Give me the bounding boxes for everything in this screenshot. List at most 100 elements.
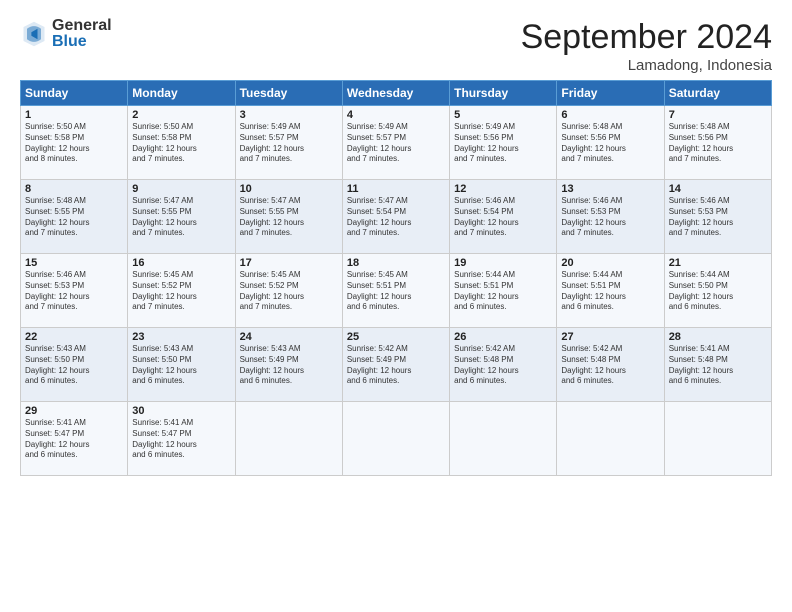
logo-text: General Blue: [52, 18, 112, 50]
day-number: 8: [25, 183, 123, 195]
cell-info: Sunrise: 5:50 AM Sunset: 5:58 PM Dayligh…: [132, 122, 230, 165]
cell-info: Sunrise: 5:41 AM Sunset: 5:48 PM Dayligh…: [669, 344, 767, 387]
cell-info: Sunrise: 5:45 AM Sunset: 5:52 PM Dayligh…: [132, 270, 230, 313]
cell-1-6: 14Sunrise: 5:46 AM Sunset: 5:53 PM Dayli…: [664, 180, 771, 254]
cell-2-4: 19Sunrise: 5:44 AM Sunset: 5:51 PM Dayli…: [450, 254, 557, 328]
cell-info: Sunrise: 5:44 AM Sunset: 5:51 PM Dayligh…: [454, 270, 552, 313]
week-row-4: 29Sunrise: 5:41 AM Sunset: 5:47 PM Dayli…: [21, 402, 772, 476]
cell-1-4: 12Sunrise: 5:46 AM Sunset: 5:54 PM Dayli…: [450, 180, 557, 254]
day-number: 10: [240, 183, 338, 195]
cell-2-2: 17Sunrise: 5:45 AM Sunset: 5:52 PM Dayli…: [235, 254, 342, 328]
day-number: 20: [561, 257, 659, 269]
cell-1-0: 8Sunrise: 5:48 AM Sunset: 5:55 PM Daylig…: [21, 180, 128, 254]
cell-info: Sunrise: 5:46 AM Sunset: 5:53 PM Dayligh…: [25, 270, 123, 313]
cell-1-5: 13Sunrise: 5:46 AM Sunset: 5:53 PM Dayli…: [557, 180, 664, 254]
day-number: 19: [454, 257, 552, 269]
cell-3-6: 28Sunrise: 5:41 AM Sunset: 5:48 PM Dayli…: [664, 328, 771, 402]
header-tuesday: Tuesday: [235, 81, 342, 106]
day-number: 25: [347, 331, 445, 343]
cell-info: Sunrise: 5:42 AM Sunset: 5:48 PM Dayligh…: [454, 344, 552, 387]
day-number: 11: [347, 183, 445, 195]
header-monday: Monday: [128, 81, 235, 106]
header-saturday: Saturday: [664, 81, 771, 106]
cell-info: Sunrise: 5:41 AM Sunset: 5:47 PM Dayligh…: [25, 418, 123, 461]
cell-0-0: 1Sunrise: 5:50 AM Sunset: 5:58 PM Daylig…: [21, 106, 128, 180]
cell-4-0: 29Sunrise: 5:41 AM Sunset: 5:47 PM Dayli…: [21, 402, 128, 476]
header: General Blue September 2024 Lamadong, In…: [20, 18, 772, 74]
cell-info: Sunrise: 5:47 AM Sunset: 5:55 PM Dayligh…: [240, 196, 338, 239]
week-row-1: 8Sunrise: 5:48 AM Sunset: 5:55 PM Daylig…: [21, 180, 772, 254]
header-friday: Friday: [557, 81, 664, 106]
cell-1-3: 11Sunrise: 5:47 AM Sunset: 5:54 PM Dayli…: [342, 180, 449, 254]
day-number: 1: [25, 109, 123, 121]
cell-3-3: 25Sunrise: 5:42 AM Sunset: 5:49 PM Dayli…: [342, 328, 449, 402]
day-number: 7: [669, 109, 767, 121]
cell-1-2: 10Sunrise: 5:47 AM Sunset: 5:55 PM Dayli…: [235, 180, 342, 254]
day-number: 15: [25, 257, 123, 269]
day-number: 28: [669, 331, 767, 343]
day-number: 4: [347, 109, 445, 121]
cell-3-5: 27Sunrise: 5:42 AM Sunset: 5:48 PM Dayli…: [557, 328, 664, 402]
title-block: September 2024 Lamadong, Indonesia: [521, 18, 772, 74]
cell-4-1: 30Sunrise: 5:41 AM Sunset: 5:47 PM Dayli…: [128, 402, 235, 476]
day-number: 12: [454, 183, 552, 195]
cell-0-5: 6Sunrise: 5:48 AM Sunset: 5:56 PM Daylig…: [557, 106, 664, 180]
cell-info: Sunrise: 5:48 AM Sunset: 5:56 PM Dayligh…: [561, 122, 659, 165]
day-number: 9: [132, 183, 230, 195]
week-row-3: 22Sunrise: 5:43 AM Sunset: 5:50 PM Dayli…: [21, 328, 772, 402]
cell-info: Sunrise: 5:43 AM Sunset: 5:50 PM Dayligh…: [25, 344, 123, 387]
cell-3-4: 26Sunrise: 5:42 AM Sunset: 5:48 PM Dayli…: [450, 328, 557, 402]
day-number: 17: [240, 257, 338, 269]
cell-2-6: 21Sunrise: 5:44 AM Sunset: 5:50 PM Dayli…: [664, 254, 771, 328]
month-title: September 2024: [521, 18, 772, 57]
header-sunday: Sunday: [21, 81, 128, 106]
day-number: 26: [454, 331, 552, 343]
logo: General Blue: [20, 18, 112, 50]
day-number: 18: [347, 257, 445, 269]
cell-4-6: [664, 402, 771, 476]
cell-info: Sunrise: 5:44 AM Sunset: 5:50 PM Dayligh…: [669, 270, 767, 313]
cell-2-1: 16Sunrise: 5:45 AM Sunset: 5:52 PM Dayli…: [128, 254, 235, 328]
cell-0-6: 7Sunrise: 5:48 AM Sunset: 5:56 PM Daylig…: [664, 106, 771, 180]
cell-2-0: 15Sunrise: 5:46 AM Sunset: 5:53 PM Dayli…: [21, 254, 128, 328]
week-row-0: 1Sunrise: 5:50 AM Sunset: 5:58 PM Daylig…: [21, 106, 772, 180]
cell-info: Sunrise: 5:46 AM Sunset: 5:53 PM Dayligh…: [669, 196, 767, 239]
header-row: Sunday Monday Tuesday Wednesday Thursday…: [21, 81, 772, 106]
cell-info: Sunrise: 5:46 AM Sunset: 5:53 PM Dayligh…: [561, 196, 659, 239]
page: General Blue September 2024 Lamadong, In…: [0, 0, 792, 612]
day-number: 5: [454, 109, 552, 121]
day-number: 6: [561, 109, 659, 121]
header-wednesday: Wednesday: [342, 81, 449, 106]
header-thursday: Thursday: [450, 81, 557, 106]
cell-info: Sunrise: 5:50 AM Sunset: 5:58 PM Dayligh…: [25, 122, 123, 165]
cell-4-5: [557, 402, 664, 476]
cell-0-3: 4Sunrise: 5:49 AM Sunset: 5:57 PM Daylig…: [342, 106, 449, 180]
cell-4-4: [450, 402, 557, 476]
logo-general-text: General: [52, 18, 112, 34]
day-number: 30: [132, 405, 230, 417]
cell-0-1: 2Sunrise: 5:50 AM Sunset: 5:58 PM Daylig…: [128, 106, 235, 180]
cell-3-0: 22Sunrise: 5:43 AM Sunset: 5:50 PM Dayli…: [21, 328, 128, 402]
cell-info: Sunrise: 5:49 AM Sunset: 5:56 PM Dayligh…: [454, 122, 552, 165]
week-row-2: 15Sunrise: 5:46 AM Sunset: 5:53 PM Dayli…: [21, 254, 772, 328]
day-number: 3: [240, 109, 338, 121]
cell-2-3: 18Sunrise: 5:45 AM Sunset: 5:51 PM Dayli…: [342, 254, 449, 328]
day-number: 23: [132, 331, 230, 343]
cell-0-4: 5Sunrise: 5:49 AM Sunset: 5:56 PM Daylig…: [450, 106, 557, 180]
day-number: 24: [240, 331, 338, 343]
cell-3-2: 24Sunrise: 5:43 AM Sunset: 5:49 PM Dayli…: [235, 328, 342, 402]
calendar-table: Sunday Monday Tuesday Wednesday Thursday…: [20, 80, 772, 476]
day-number: 29: [25, 405, 123, 417]
day-number: 2: [132, 109, 230, 121]
cell-info: Sunrise: 5:43 AM Sunset: 5:49 PM Dayligh…: [240, 344, 338, 387]
cell-info: Sunrise: 5:48 AM Sunset: 5:56 PM Dayligh…: [669, 122, 767, 165]
cell-1-1: 9Sunrise: 5:47 AM Sunset: 5:55 PM Daylig…: [128, 180, 235, 254]
cell-info: Sunrise: 5:43 AM Sunset: 5:50 PM Dayligh…: [132, 344, 230, 387]
cell-4-2: [235, 402, 342, 476]
cell-info: Sunrise: 5:48 AM Sunset: 5:55 PM Dayligh…: [25, 196, 123, 239]
cell-info: Sunrise: 5:41 AM Sunset: 5:47 PM Dayligh…: [132, 418, 230, 461]
day-number: 22: [25, 331, 123, 343]
day-number: 27: [561, 331, 659, 343]
logo-blue-text: Blue: [52, 34, 112, 50]
cell-0-2: 3Sunrise: 5:49 AM Sunset: 5:57 PM Daylig…: [235, 106, 342, 180]
